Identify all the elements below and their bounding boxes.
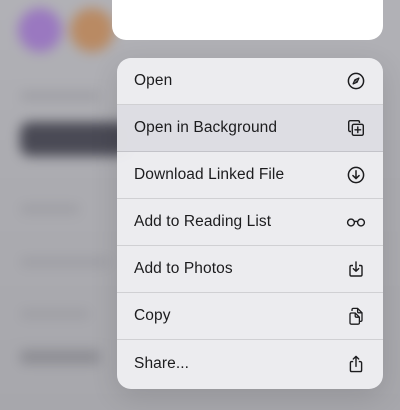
menu-item-copy[interactable]: Copy [117,293,383,340]
menu-item-label: Share... [134,354,190,372]
menu-item-label: Add to Reading List [134,213,272,230]
save-to-photos-icon [346,259,366,279]
background-avatar [70,8,114,52]
compass-icon [346,71,366,91]
share-icon [346,354,366,374]
menu-item-label: Download Linked File [134,166,285,183]
menu-item-add-to-photos[interactable]: Add to Photos [117,246,383,293]
menu-item-download-linked-file[interactable]: Download Linked File [117,152,383,199]
download-circle-icon [346,165,366,185]
menu-item-label: Open in Background [134,119,278,136]
screen: Open Open in Background Download Linked … [0,0,400,410]
menu-item-open[interactable]: Open [117,58,383,105]
menu-item-label: Open [134,72,173,89]
context-menu: Open Open in Background Download Linked … [117,58,383,389]
menu-item-label: Copy [134,307,171,324]
eyeglasses-icon [346,212,366,232]
menu-item-open-in-background[interactable]: Open in Background [117,105,383,152]
menu-item-label: Add to Photos [134,260,233,277]
background-text [20,92,100,100]
background-avatar [18,8,62,52]
plus-square-on-square-icon [346,118,366,138]
menu-item-add-to-reading-list[interactable]: Add to Reading List [117,199,383,246]
menu-item-share[interactable]: Share... [117,340,383,387]
background-text [20,258,110,266]
background-text [20,205,80,213]
background-text [20,350,100,364]
copy-docs-icon [346,306,366,326]
link-preview-card[interactable] [112,0,383,40]
background-text [20,310,90,318]
background-button [20,122,130,156]
